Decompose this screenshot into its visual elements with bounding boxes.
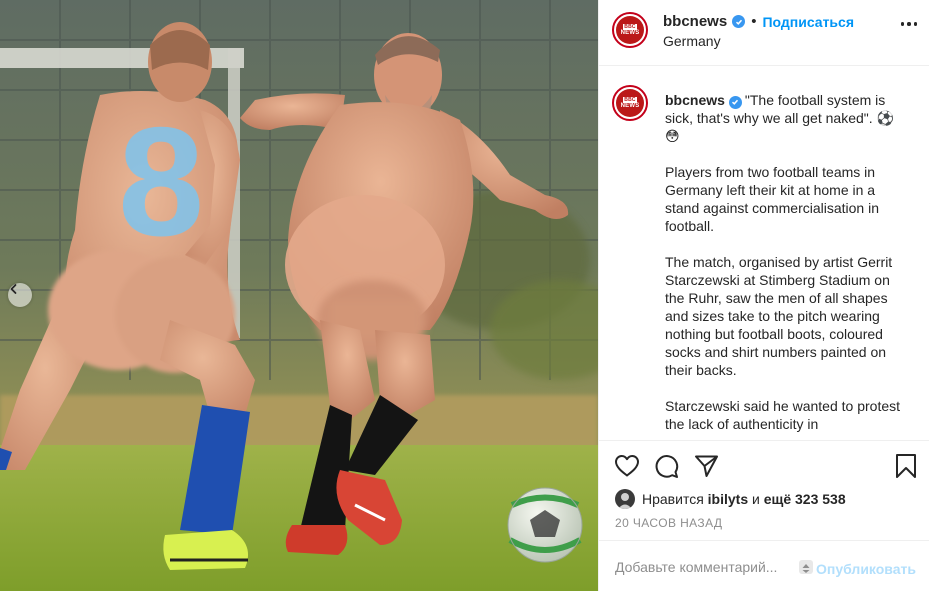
bookmark-icon [896,454,916,478]
caption-avatar[interactable]: BBC NEWS [612,85,648,121]
bbc-news-logo: BBC NEWS [616,89,644,117]
bbc-news-logo: BBC NEWS [616,16,644,44]
like-button[interactable] [614,454,640,483]
post-timestamp[interactable]: 20 ЧАСОВ НАЗАД [615,516,722,530]
chevron-left-icon [10,284,17,294]
liker-username[interactable]: ibilyts [708,491,748,507]
separator-dot: • [751,13,757,30]
avatar[interactable]: BBC NEWS [612,12,648,48]
comment-input[interactable] [615,559,797,575]
comment-button[interactable] [654,454,679,484]
post-actions: Нравится ibilyts и ещё 323 538 20 ЧАСОВ … [599,440,929,591]
carousel-prev-button[interactable] [8,283,32,307]
caption-text: bbcnews "The football system is sick, tha… [665,91,901,433]
likes-connector: и [752,491,760,507]
post-photo[interactable]: 8 [0,0,598,591]
likes-count-link[interactable]: ещё 323 538 [764,491,846,507]
post-header: BBC NEWS bbcnews • Подписаться Germany [599,0,929,66]
caption-username[interactable]: bbcnews [665,92,725,108]
logo-line2: NEWS [620,102,640,109]
football-photo: 8 [0,0,598,591]
likes-prefix: Нравится [642,491,704,507]
username-link[interactable]: bbcnews [663,13,727,30]
football [507,487,583,563]
post-side-panel: BBC NEWS bbcnews • Подписаться Germany B… [598,0,929,591]
instagram-post: 8 BBC NEWS bbcnews • Подписаться Germany… [0,0,929,591]
heart-icon [615,455,639,477]
shirt-number: 8 [118,95,204,268]
save-button[interactable] [895,453,917,484]
caption-body: "The football system is sick, that's why… [665,92,901,432]
comment-icon [655,455,679,478]
publish-button[interactable]: Опубликовать [816,561,916,577]
location-link[interactable]: Germany [663,33,721,49]
emoji-icon[interactable] [798,559,814,575]
verified-badge-icon [732,15,746,28]
caption-area: BBC NEWS bbcnews "The football system is … [599,67,929,440]
follow-button[interactable]: Подписаться [762,14,854,30]
liker-avatar[interactable] [615,489,635,509]
comment-form: Опубликовать [599,540,929,592]
logo-line2: NEWS [620,29,640,36]
paper-plane-icon [695,455,718,477]
likes-summary: Нравится ibilyts и ещё 323 538 [615,489,846,509]
share-button[interactable] [694,454,719,483]
header-user-row: bbcnews • Подписаться [663,13,854,30]
verified-badge-icon [728,95,742,109]
more-options-icon[interactable] [900,22,917,26]
